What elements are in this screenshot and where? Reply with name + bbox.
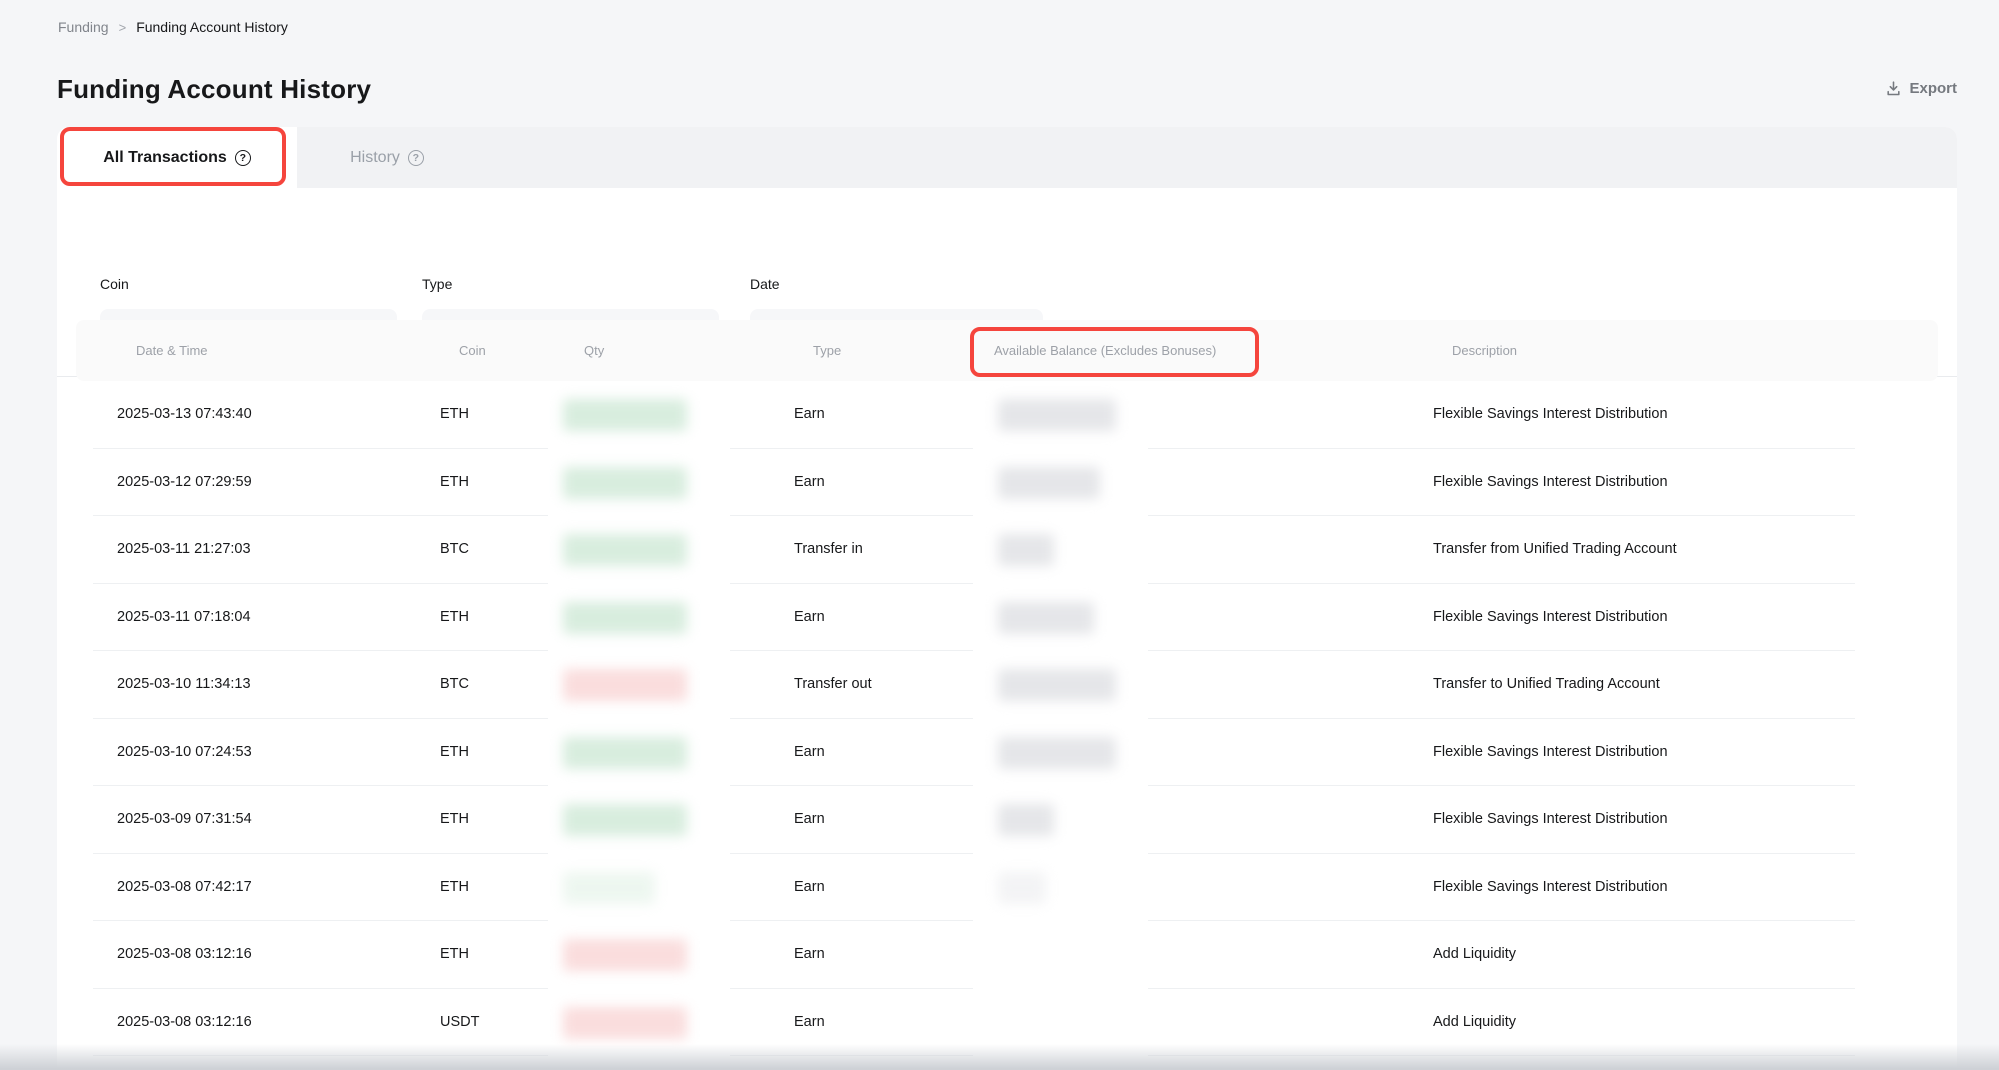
cell-coin: USDT	[440, 989, 479, 1057]
cell-datetime: 2025-03-12 07:29:59	[117, 449, 252, 517]
cell-type: Earn	[794, 989, 825, 1057]
tab-history[interactable]: History ?	[297, 127, 477, 188]
cell-type: Earn	[794, 921, 825, 989]
cell-description: Flexible Savings Interest Distribution	[1433, 719, 1668, 787]
cell-description: Transfer to Unified Trading Account	[1433, 651, 1660, 719]
tab-bar: All Transactions ? History ?	[57, 127, 1957, 188]
column-header-qty: Qty	[584, 320, 604, 381]
redacted-qty-value	[563, 737, 687, 769]
redacted-balance-value	[998, 872, 1046, 904]
redacted-balance-value	[998, 534, 1054, 566]
download-icon	[1885, 80, 1902, 97]
breadcrumb-chevron-icon: >	[119, 20, 127, 35]
cell-coin: ETH	[440, 449, 469, 517]
cell-description: Flexible Savings Interest Distribution	[1433, 854, 1668, 922]
cell-datetime: 2025-03-08 03:12:16	[117, 921, 252, 989]
cell-datetime: 2025-03-08 03:12:16	[117, 989, 252, 1057]
redacted-qty-value	[563, 872, 655, 904]
column-header-type: Type	[813, 320, 841, 381]
cell-datetime: 2025-03-08 07:42:17	[117, 854, 252, 922]
redacted-balance-value	[998, 602, 1094, 634]
cell-description: Add Liquidity	[1433, 921, 1516, 989]
cell-description: Flexible Savings Interest Distribution	[1433, 786, 1668, 854]
cell-coin: BTC	[440, 651, 469, 719]
type-filter-label: Type	[422, 276, 719, 292]
redacted-balance-value	[998, 467, 1100, 499]
redacted-balance-value	[998, 804, 1054, 836]
cell-description: Flexible Savings Interest Distribution	[1433, 381, 1668, 449]
cell-datetime: 2025-03-10 07:24:53	[117, 719, 252, 787]
export-button[interactable]: Export	[1885, 80, 1957, 97]
cell-coin: ETH	[440, 584, 469, 652]
table-header: Date & Time Coin Qty Type Available Bala…	[76, 320, 1938, 381]
cell-type: Earn	[794, 786, 825, 854]
table-body: 2025-03-13 07:43:40 ETH Earn Flexible Sa…	[57, 381, 1957, 1070]
cell-description: Add Liquidity	[1433, 989, 1516, 1057]
tab-history-label: History	[350, 149, 400, 167]
cell-datetime: 2025-03-11 21:27:03	[117, 516, 251, 584]
cell-datetime: 2025-03-11 07:18:04	[117, 584, 251, 652]
cell-type: Earn	[794, 584, 825, 652]
cell-datetime: 2025-03-09 07:31:54	[117, 786, 252, 854]
redacted-qty-value	[563, 467, 687, 499]
column-header-description: Description	[1452, 320, 1517, 381]
cell-coin: ETH	[440, 921, 469, 989]
redacted-qty-value	[563, 534, 687, 566]
cell-datetime: 2025-03-10 11:34:13	[117, 651, 251, 719]
cell-type: Earn	[794, 719, 825, 787]
cell-type: Transfer out	[794, 651, 872, 719]
cell-type: Earn	[794, 854, 825, 922]
redacted-qty-value	[563, 669, 687, 701]
redacted-balance-value	[998, 669, 1116, 701]
redacted-qty-value	[563, 602, 687, 634]
cell-type: Transfer in	[794, 516, 863, 584]
redacted-qty-value	[563, 399, 687, 431]
column-header-coin: Coin	[459, 320, 486, 381]
content-card: All Transactions ? History ? Coin All Ty…	[57, 127, 1957, 1070]
breadcrumb: Funding > Funding Account History	[58, 19, 288, 35]
cell-description: Flexible Savings Interest Distribution	[1433, 449, 1668, 517]
cell-coin: ETH	[440, 786, 469, 854]
cell-type: Earn	[794, 449, 825, 517]
cell-description: Transfer from Unified Trading Account	[1433, 516, 1677, 584]
page-title: Funding Account History	[57, 74, 371, 105]
cell-type: Earn	[794, 381, 825, 449]
redacted-balance-value	[998, 737, 1116, 769]
redacted-balance-value	[998, 399, 1116, 431]
redacted-qty-value	[563, 804, 687, 836]
help-icon[interactable]: ?	[408, 150, 424, 166]
coin-filter-label: Coin	[100, 276, 397, 292]
redacted-qty-value	[563, 1007, 687, 1039]
cell-coin: ETH	[440, 381, 469, 449]
column-header-datetime: Date & Time	[136, 320, 208, 381]
breadcrumb-funding-link[interactable]: Funding	[58, 19, 109, 35]
cell-coin: ETH	[440, 854, 469, 922]
help-icon[interactable]: ?	[235, 150, 251, 166]
cell-datetime: 2025-03-13 07:43:40	[117, 381, 252, 449]
cell-coin: ETH	[440, 719, 469, 787]
redacted-qty-value	[563, 939, 687, 971]
date-filter-label: Date	[750, 276, 1043, 292]
cell-description: Flexible Savings Interest Distribution	[1433, 584, 1668, 652]
export-label: Export	[1909, 80, 1957, 97]
tab-all-transactions-label: All Transactions	[103, 149, 227, 167]
breadcrumb-current: Funding Account History	[136, 19, 288, 35]
cell-coin: BTC	[440, 516, 469, 584]
column-header-available-balance: Available Balance (Excludes Bonuses)	[994, 320, 1216, 381]
tab-all-transactions[interactable]: All Transactions ?	[57, 127, 297, 188]
